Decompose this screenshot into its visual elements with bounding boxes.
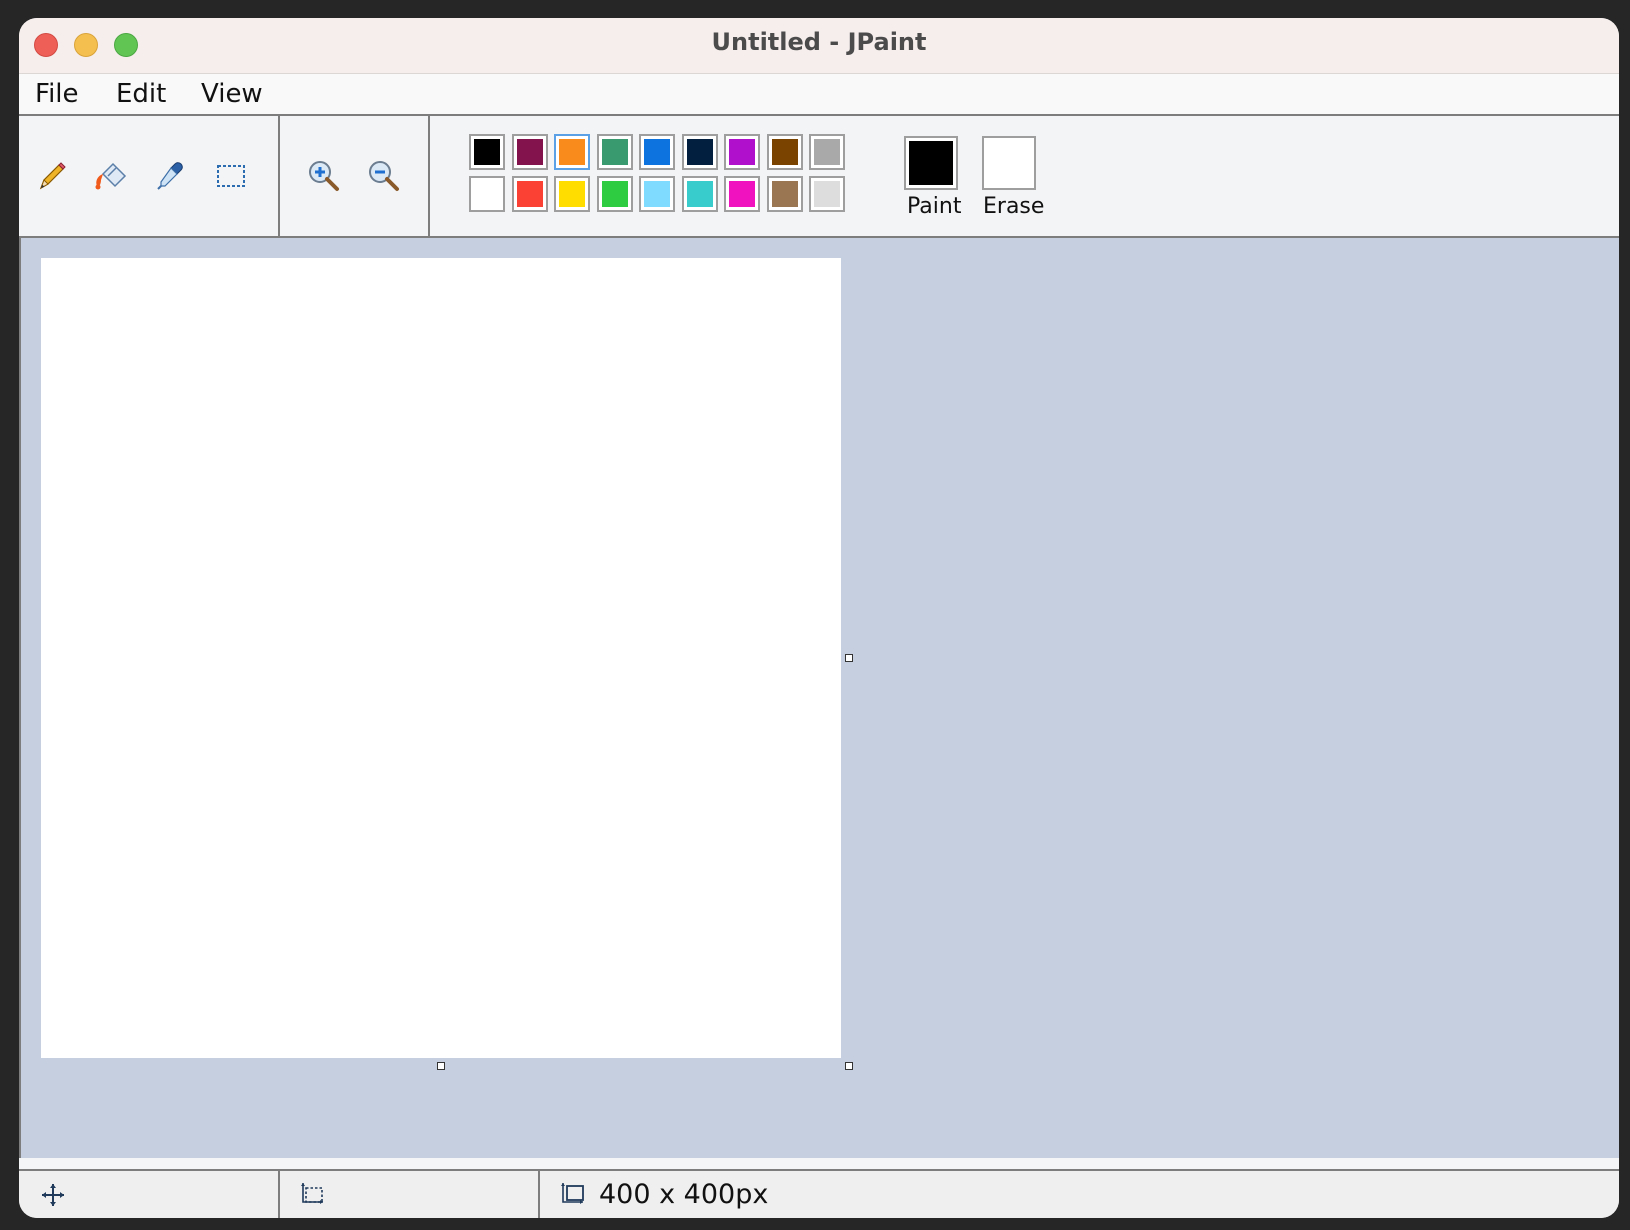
resize-handle-bottom[interactable] bbox=[437, 1062, 445, 1070]
move-icon bbox=[39, 1181, 67, 1209]
color-swatch[interactable] bbox=[469, 134, 505, 170]
color-swatch[interactable] bbox=[681, 176, 718, 212]
color-swatch-fill bbox=[814, 139, 840, 165]
color-swatch-fill bbox=[601, 181, 628, 207]
zoom-in-icon bbox=[309, 161, 339, 191]
color-swatch-fill bbox=[474, 181, 500, 207]
fill-tool-button[interactable] bbox=[91, 156, 131, 196]
canvas-workspace bbox=[19, 238, 1619, 1158]
menu-view[interactable]: View bbox=[201, 79, 263, 109]
color-swatch[interactable] bbox=[596, 134, 633, 170]
color-picker-tool-button[interactable] bbox=[151, 156, 191, 196]
color-swatch[interactable] bbox=[766, 134, 803, 170]
menu-file[interactable]: File bbox=[35, 79, 79, 109]
color-swatch[interactable] bbox=[809, 176, 845, 212]
color-swatch-fill bbox=[729, 139, 755, 165]
status-separator bbox=[278, 1171, 280, 1218]
rectangle-select-tool-button[interactable] bbox=[211, 156, 251, 196]
zoom-out-icon bbox=[369, 161, 399, 191]
color-swatch[interactable] bbox=[639, 134, 675, 170]
erase-color-button[interactable] bbox=[982, 136, 1036, 190]
color-swatch-fill bbox=[686, 181, 713, 207]
toolbar-separator bbox=[278, 116, 280, 236]
color-swatch-fill bbox=[686, 139, 713, 165]
toolbar: Paint Erase bbox=[19, 116, 1619, 238]
erase-color-swatch bbox=[987, 141, 1031, 185]
color-swatch-fill bbox=[601, 139, 628, 165]
pencil-icon bbox=[39, 162, 66, 190]
color-swatch-fill bbox=[729, 181, 755, 207]
color-swatch[interactable] bbox=[554, 134, 590, 170]
toolbar-separator bbox=[428, 116, 430, 236]
canvas-size-icon bbox=[559, 1181, 587, 1209]
canvas-size-label: 400 x 400px bbox=[599, 1179, 769, 1210]
window-title: Untitled - JPaint bbox=[711, 28, 927, 56]
color-swatch[interactable] bbox=[681, 134, 718, 170]
pencil-tool-button[interactable] bbox=[31, 156, 71, 196]
color-swatch-fill bbox=[474, 139, 500, 165]
color-swatch[interactable] bbox=[809, 134, 845, 170]
paint-color-swatch bbox=[909, 141, 953, 185]
title-bar: Untitled - JPaint bbox=[19, 18, 1619, 74]
status-separator bbox=[538, 1171, 540, 1218]
color-swatch[interactable] bbox=[469, 176, 505, 212]
color-swatch-fill bbox=[516, 139, 543, 165]
color-swatch-fill bbox=[644, 139, 670, 165]
color-picker-icon bbox=[157, 162, 183, 190]
color-swatch[interactable] bbox=[511, 134, 548, 170]
resize-handle-corner[interactable] bbox=[845, 1062, 853, 1070]
color-swatch[interactable] bbox=[554, 176, 590, 212]
color-swatch[interactable] bbox=[596, 176, 633, 212]
menu-bar: File Edit View bbox=[19, 74, 1619, 116]
color-swatch-fill bbox=[771, 139, 798, 165]
app-window: Untitled - JPaint File Edit View Paint E… bbox=[19, 18, 1619, 1218]
color-swatch[interactable] bbox=[724, 134, 760, 170]
color-swatch-fill bbox=[516, 181, 543, 207]
status-bar: 400 x 400px bbox=[19, 1169, 1619, 1218]
color-swatch[interactable] bbox=[639, 176, 675, 212]
color-swatch[interactable] bbox=[724, 176, 760, 212]
drawing-canvas[interactable] bbox=[41, 258, 841, 1058]
color-swatch[interactable] bbox=[766, 176, 803, 212]
zoom-in-button[interactable] bbox=[304, 156, 344, 196]
color-swatch-fill bbox=[559, 181, 585, 207]
color-swatch-fill bbox=[559, 139, 585, 165]
selection-size-icon bbox=[299, 1181, 327, 1209]
menu-edit[interactable]: Edit bbox=[116, 79, 166, 109]
color-swatch-fill bbox=[814, 181, 840, 207]
color-swatch[interactable] bbox=[511, 176, 548, 212]
paint-label: Paint bbox=[907, 194, 962, 219]
paint-color-button[interactable] bbox=[904, 136, 958, 190]
resize-handle-right[interactable] bbox=[845, 654, 853, 662]
fill-bucket-icon bbox=[95, 162, 127, 190]
rectangle-select-icon bbox=[217, 165, 245, 187]
color-swatch-fill bbox=[644, 181, 670, 207]
zoom-out-button[interactable] bbox=[364, 156, 404, 196]
erase-label: Erase bbox=[983, 194, 1045, 219]
color-swatch-fill bbox=[771, 181, 798, 207]
